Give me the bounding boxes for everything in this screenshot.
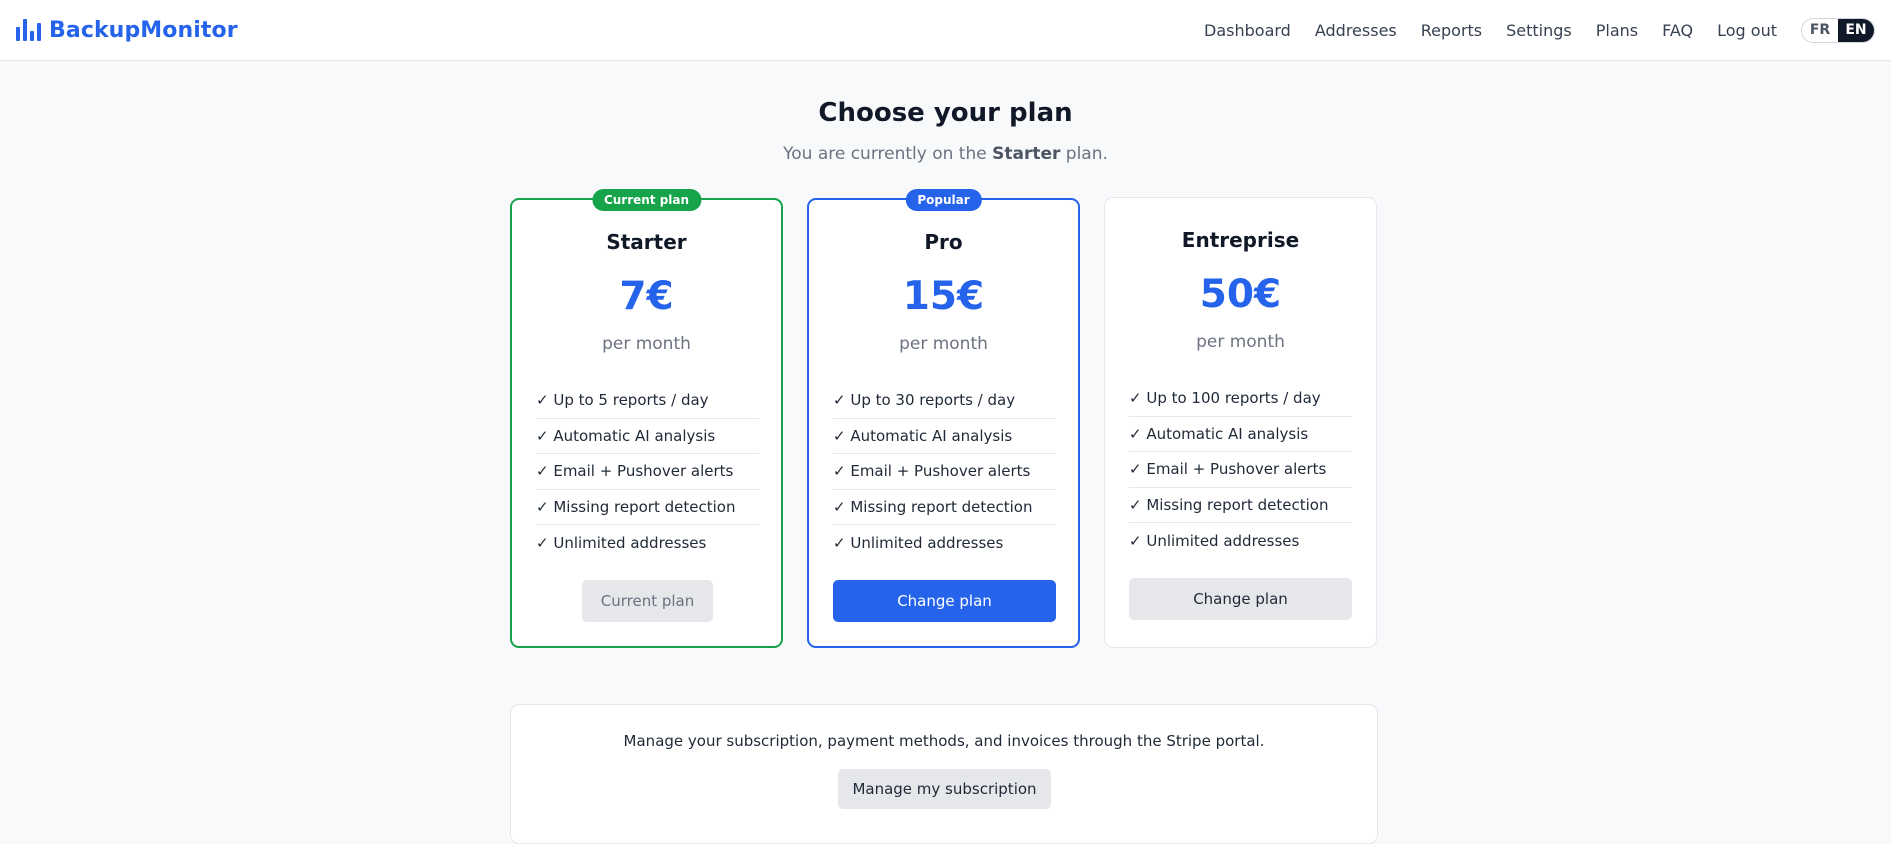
plan-period: per month — [602, 334, 691, 354]
feature-item: ✓ Automatic AI analysis — [536, 419, 759, 454]
feature-item: ✓ Email + Pushover alerts — [1129, 452, 1352, 488]
lang-fr-button[interactable]: FR — [1802, 18, 1838, 42]
feature-item: ✓ Missing report detection — [1129, 488, 1352, 523]
subtitle-suffix: plan. — [1060, 144, 1108, 164]
subtitle-prefix: You are currently on the — [783, 144, 993, 164]
current-plan-button: Current plan — [582, 580, 713, 622]
plan-card-starter: Current plan Starter 7€ per month ✓ Up t… — [510, 189, 783, 648]
feature-item: ✓ Email + Pushover alerts — [536, 454, 759, 490]
feature-item: ✓ Up to 30 reports / day — [833, 383, 1056, 419]
nav-reports[interactable]: Reports — [1421, 21, 1482, 40]
bar-chart-icon — [16, 19, 41, 41]
feature-item: ✓ Automatic AI analysis — [1129, 417, 1352, 452]
plan-price: 15€ — [902, 274, 985, 319]
manage-subscription-button[interactable]: Manage my subscription — [838, 769, 1051, 809]
nav-plans[interactable]: Plans — [1596, 21, 1638, 40]
current-plan-name: Starter — [992, 144, 1061, 164]
nav-settings[interactable]: Settings — [1506, 21, 1572, 40]
feature-item: ✓ Automatic AI analysis — [833, 419, 1056, 454]
change-plan-button-pro[interactable]: Change plan — [833, 580, 1056, 622]
top-navbar: BackupMonitor Dashboard Addresses Report… — [0, 0, 1891, 61]
main-nav: Dashboard Addresses Reports Settings Pla… — [1204, 17, 1875, 43]
feature-item: ✓ Unlimited addresses — [536, 533, 707, 552]
plan-name: Starter — [606, 230, 687, 254]
plan-period: per month — [1196, 332, 1285, 352]
feature-item: ✓ Up to 5 reports / day — [536, 383, 759, 419]
nav-faq[interactable]: FAQ — [1662, 21, 1693, 40]
feature-list: ✓ Up to 30 reports / day ✓ Automatic AI … — [833, 383, 1056, 561]
popular-badge: Popular — [905, 189, 982, 211]
page-title: Choose your plan — [818, 98, 1073, 128]
current-plan-badge: Current plan — [591, 189, 702, 211]
nav-dashboard[interactable]: Dashboard — [1204, 21, 1291, 40]
plan-price: 7€ — [619, 274, 674, 319]
feature-item: ✓ Unlimited addresses — [833, 533, 1004, 552]
nav-addresses[interactable]: Addresses — [1315, 21, 1397, 40]
brand-logo[interactable]: BackupMonitor — [16, 18, 238, 43]
plan-name: Pro — [924, 230, 963, 254]
plan-price: 50€ — [1199, 272, 1282, 317]
feature-item: ✓ Up to 100 reports / day — [1129, 381, 1352, 417]
feature-list: ✓ Up to 5 reports / day ✓ Automatic AI a… — [536, 383, 759, 561]
nav-logout[interactable]: Log out — [1717, 21, 1777, 40]
lang-en-button[interactable]: EN — [1838, 18, 1874, 42]
plan-card-pro: Popular Pro 15€ per month ✓ Up to 30 rep… — [807, 189, 1080, 648]
change-plan-button-entreprise[interactable]: Change plan — [1129, 578, 1352, 620]
plan-period: per month — [899, 334, 988, 354]
page-subtitle: You are currently on the Starter plan. — [0, 144, 1891, 164]
plan-name: Entreprise — [1181, 228, 1300, 252]
feature-item: ✓ Missing report detection — [833, 490, 1056, 525]
feature-list: ✓ Up to 100 reports / day ✓ Automatic AI… — [1129, 381, 1352, 559]
plan-card-entreprise: Entreprise 50€ per month ✓ Up to 100 rep… — [1104, 197, 1377, 648]
subscription-manage-panel: Manage your subscription, payment method… — [510, 704, 1378, 844]
manage-description: Manage your subscription, payment method… — [623, 732, 1265, 750]
language-switcher: FR EN — [1801, 17, 1875, 43]
feature-item: ✓ Missing report detection — [536, 490, 759, 525]
brand-name: BackupMonitor — [49, 17, 238, 43]
feature-item: ✓ Email + Pushover alerts — [833, 454, 1056, 490]
feature-item: ✓ Unlimited addresses — [1129, 531, 1300, 550]
